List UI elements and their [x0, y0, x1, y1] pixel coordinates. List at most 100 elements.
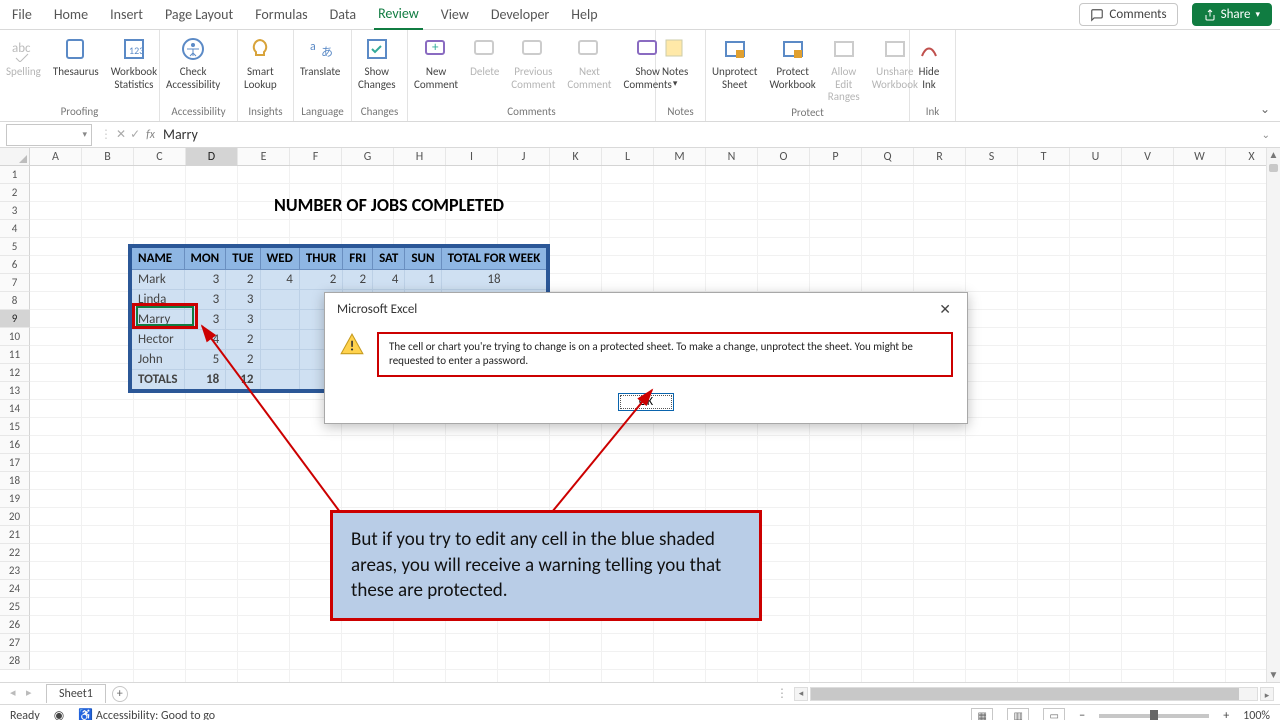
worksheet-grid[interactable]: ABCDEFGHIJKLMNOPQRSTUVWX 123456789101112…	[0, 148, 1280, 682]
tab-developer[interactable]: Developer	[487, 0, 553, 29]
row-header-26[interactable]: 26	[0, 616, 30, 634]
scroll-up-icon[interactable]: ▲	[1267, 148, 1280, 162]
col-header-B[interactable]: B	[82, 148, 134, 165]
enter-icon[interactable]: ✓	[130, 127, 140, 142]
table-cell[interactable]: 2	[226, 350, 260, 370]
table-totals-cell[interactable]: TOTALS	[130, 370, 184, 392]
table-cell[interactable]: 18	[441, 270, 548, 290]
row-header-14[interactable]: 14	[0, 400, 30, 418]
table-cell[interactable]: 1	[405, 270, 441, 290]
zoom-level[interactable]: 100%	[1243, 709, 1270, 720]
col-header-L[interactable]: L	[602, 148, 654, 165]
spelling-button[interactable]: abcSpelling	[0, 30, 47, 103]
dialog-ok-button[interactable]: OK	[618, 393, 674, 411]
row-header-18[interactable]: 18	[0, 472, 30, 490]
table-cell[interactable]: 3	[184, 270, 226, 290]
col-header-T[interactable]: T	[1018, 148, 1070, 165]
translate-button[interactable]: aあTranslate	[294, 30, 346, 103]
col-header-O[interactable]: O	[758, 148, 810, 165]
scroll-down-icon[interactable]: ▼	[1267, 668, 1280, 682]
workbook-stats-button[interactable]: 123Workbook Statistics	[105, 30, 163, 103]
col-header-G[interactable]: G	[342, 148, 394, 165]
new-comment-button[interactable]: +New Comment	[408, 30, 464, 103]
col-header-Q[interactable]: Q	[862, 148, 914, 165]
col-header-P[interactable]: P	[810, 148, 862, 165]
table-cell[interactable]: 3	[184, 290, 226, 310]
row-header-19[interactable]: 19	[0, 490, 30, 508]
vertical-scrollbar[interactable]: ▲▼	[1266, 148, 1280, 682]
table-totals-cell[interactable]: 18	[184, 370, 226, 392]
scroll-left-icon[interactable]: ◂	[794, 687, 808, 701]
row-header-1[interactable]: 1	[0, 166, 30, 184]
col-header-K[interactable]: K	[550, 148, 602, 165]
tab-split-handle[interactable]: ⋮	[776, 686, 788, 701]
tab-page-layout[interactable]: Page Layout	[161, 0, 237, 29]
thesaurus-button[interactable]: Thesaurus	[47, 30, 105, 103]
row-header-11[interactable]: 11	[0, 346, 30, 364]
table-totals-cell[interactable]: 12	[226, 370, 260, 392]
row-header-2[interactable]: 2	[0, 184, 30, 202]
row-header-21[interactable]: 21	[0, 526, 30, 544]
sheet-tab[interactable]: Sheet1	[46, 684, 106, 703]
check-accessibility-button[interactable]: Check Accessibility	[160, 30, 226, 103]
table-cell[interactable]: John	[130, 350, 184, 370]
table-cell[interactable]	[260, 350, 299, 370]
collapse-ribbon-button[interactable]: ⌄	[1260, 102, 1270, 117]
col-header-I[interactable]: I	[446, 148, 498, 165]
col-header-R[interactable]: R	[914, 148, 966, 165]
row-header-25[interactable]: 25	[0, 598, 30, 616]
row-header-13[interactable]: 13	[0, 382, 30, 400]
col-header-A[interactable]: A	[30, 148, 82, 165]
show-changes-button[interactable]: Show Changes	[352, 30, 402, 103]
row-header-5[interactable]: 5	[0, 238, 30, 256]
row-headers[interactable]: 1234567891011121314151617181920212223242…	[0, 166, 30, 682]
dialog-close-button[interactable]: ✕	[933, 299, 957, 320]
col-header-M[interactable]: M	[654, 148, 706, 165]
table-cell[interactable]: 3	[226, 290, 260, 310]
prev-comment-button[interactable]: Previous Comment	[505, 30, 561, 103]
row-header-28[interactable]: 28	[0, 652, 30, 670]
notes-button[interactable]: Notes▾	[656, 30, 694, 103]
row-header-6[interactable]: 6	[0, 256, 30, 274]
col-header-U[interactable]: U	[1070, 148, 1122, 165]
page-break-view-button[interactable]: ▭	[1043, 708, 1065, 720]
table-cell[interactable]: 4	[373, 270, 405, 290]
column-headers[interactable]: ABCDEFGHIJKLMNOPQRSTUVWX	[30, 148, 1266, 166]
zoom-in-button[interactable]: +	[1223, 709, 1229, 720]
row-header-15[interactable]: 15	[0, 418, 30, 436]
col-header-V[interactable]: V	[1122, 148, 1174, 165]
select-all-button[interactable]	[0, 148, 30, 166]
table-cell[interactable]: Hector	[130, 330, 184, 350]
table-cell[interactable]	[260, 310, 299, 330]
table-cell[interactable]: 5	[184, 350, 226, 370]
row-header-12[interactable]: 12	[0, 364, 30, 382]
name-box[interactable]	[6, 124, 92, 146]
table-totals-cell[interactable]	[260, 370, 299, 392]
macro-recorder-icon[interactable]: ◉	[54, 708, 64, 720]
row-header-20[interactable]: 20	[0, 508, 30, 526]
row-header-23[interactable]: 23	[0, 562, 30, 580]
col-header-S[interactable]: S	[966, 148, 1018, 165]
row-header-3[interactable]: 3	[0, 202, 30, 220]
scroll-thumb[interactable]	[811, 688, 1239, 700]
fx-icon[interactable]: fx	[146, 128, 155, 142]
scroll-right-icon[interactable]: ▸	[1260, 687, 1274, 701]
zoom-out-button[interactable]: −	[1079, 709, 1085, 720]
row-header-16[interactable]: 16	[0, 436, 30, 454]
table-cell[interactable]: 2	[226, 270, 260, 290]
row-header-24[interactable]: 24	[0, 580, 30, 598]
share-button[interactable]: Share ▾	[1192, 3, 1272, 26]
allow-edit-ranges-button[interactable]: Allow Edit Ranges	[822, 30, 866, 104]
page-layout-view-button[interactable]: ▥	[1007, 708, 1029, 720]
sheet-nav-buttons[interactable]: ◂ ▸	[10, 686, 36, 699]
row-header-10[interactable]: 10	[0, 328, 30, 346]
table-cell[interactable]: 2	[343, 270, 373, 290]
table-cell[interactable]	[260, 330, 299, 350]
comments-button[interactable]: Comments	[1079, 3, 1177, 26]
tab-data[interactable]: Data	[326, 0, 360, 29]
table-cell[interactable]: Linda	[130, 290, 184, 310]
col-header-N[interactable]: N	[706, 148, 758, 165]
col-header-H[interactable]: H	[394, 148, 446, 165]
tab-help[interactable]: Help	[567, 0, 601, 29]
table-cell[interactable]: 4	[260, 270, 299, 290]
